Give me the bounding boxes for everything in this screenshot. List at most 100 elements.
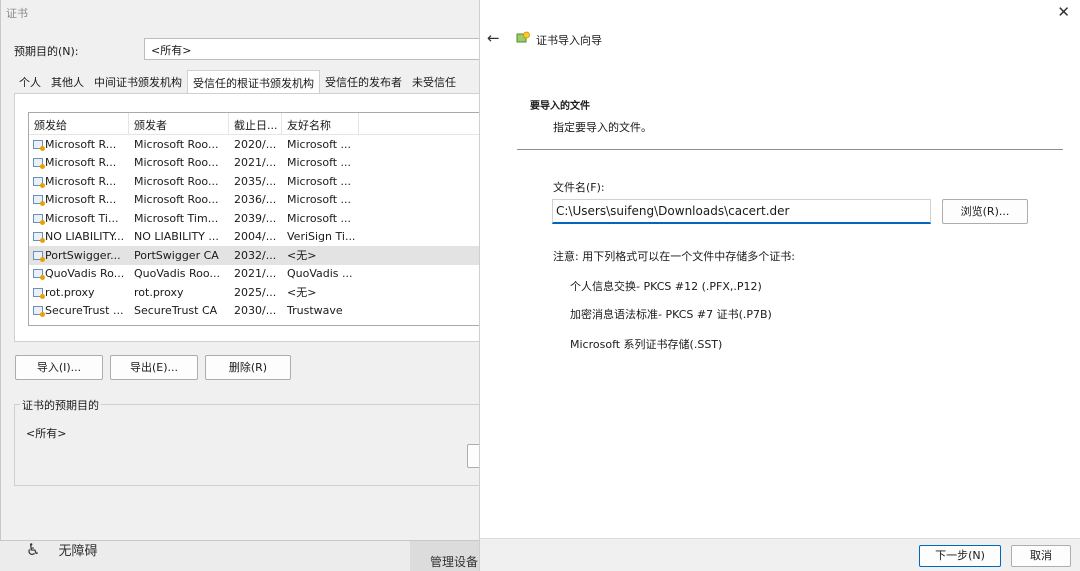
cell-friendly-name: Microsoft ... <box>282 138 359 151</box>
file-name-input[interactable] <box>552 199 931 224</box>
format-sst: Microsoft 系列证书存储(.SST) <box>570 338 723 351</box>
cell-expiration: 2036/... <box>229 193 282 206</box>
cell-friendly-name: Microsoft ... <box>282 193 359 206</box>
tab-untrusted[interactable]: 未受信任 <box>407 70 461 93</box>
cell-issued-to: Microsoft Ti... <box>29 212 129 225</box>
cell-text: Microsoft ... <box>287 193 352 207</box>
cancel-button[interactable]: 取消 <box>1011 545 1071 567</box>
browse-button[interactable]: 浏览(R)... <box>942 199 1028 224</box>
list-item[interactable]: Microsoft R... Microsoft Roo... 2020/... Mi… <box>29 135 481 154</box>
cell-expiration: 2021/... <box>229 267 282 280</box>
intended-purpose-label: 预期目的(N): <box>14 45 79 58</box>
column-issued-by[interactable]: 颁发者 <box>129 113 229 134</box>
manage-devices-item[interactable]: 管理设备 <box>430 553 478 570</box>
cell-text: Microsoft ... <box>287 137 352 151</box>
cell-text: 2021/... <box>234 267 277 281</box>
cell-issued-by: Microsoft Roo... <box>129 193 229 206</box>
section-title: 要导入的文件 <box>530 101 590 112</box>
cell-friendly-name: Microsoft ... <box>282 175 359 188</box>
cell-issued-by: PortSwigger CA <box>129 249 229 262</box>
cell-text: Microsoft Roo... <box>134 156 219 170</box>
cell-text: rot.proxy <box>45 285 95 299</box>
accessibility-icon: ♿ <box>26 540 41 559</box>
back-arrow-icon[interactable]: ← <box>487 29 500 47</box>
cell-text: PortSwigger CA <box>134 248 219 262</box>
cell-friendly-name: <无> <box>282 284 359 300</box>
cell-expiration: 2035/... <box>229 175 282 188</box>
list-body: Microsoft R... Microsoft Roo... 2020/... Mi… <box>29 135 481 320</box>
intended-purposes-title: 证书的预期目的 <box>20 397 101 413</box>
cell-text: Microsoft R... <box>45 156 117 170</box>
list-item[interactable]: Microsoft R... Microsoft Roo... 2021/... Mi… <box>29 154 481 173</box>
intended-purpose-select[interactable]: <所有> <box>144 38 484 60</box>
cell-text: PortSwigger... <box>45 248 121 262</box>
cell-text: Microsoft Roo... <box>134 193 219 207</box>
list-item[interactable]: PortSwigger... PortSwigger CA 2032/... <无> <box>29 246 481 265</box>
cell-text: 2035/... <box>234 174 277 188</box>
cell-friendly-name: VeriSign Ti... <box>282 230 359 243</box>
cell-issued-to: QuoVadis Ro... <box>29 267 129 281</box>
tab-trusted-root-ca[interactable]: 受信任的根证书颁发机构 <box>187 70 320 93</box>
cell-friendly-name: Trustwave <box>282 304 359 317</box>
list-item[interactable]: Microsoft R... Microsoft Roo... 2035/... Mi… <box>29 172 481 191</box>
cell-friendly-name: Microsoft ... <box>282 212 359 225</box>
list-item[interactable]: SecureTrust ... SecureTrust CA 2030/... Tru… <box>29 302 481 321</box>
cell-text: QuoVadis Roo... <box>134 267 220 281</box>
cell-issued-to: Microsoft R... <box>29 156 129 170</box>
certificate-icon <box>33 158 45 170</box>
cell-text: QuoVadis Ro... <box>45 267 125 281</box>
cell-text: 2020/... <box>234 137 277 151</box>
cell-issued-by: Microsoft Roo... <box>129 175 229 188</box>
import-button[interactable]: 导入(I)... <box>15 355 103 380</box>
certificate-icon <box>33 232 45 244</box>
cell-text: 2032/... <box>234 248 277 262</box>
tab-trusted-publishers[interactable]: 受信任的发布者 <box>320 70 407 93</box>
cell-text: Microsoft ... <box>287 156 352 170</box>
accessibility-nav-item[interactable]: ♿ 无障碍 <box>26 540 98 559</box>
list-header: 颁发给 颁发者 截止日... 友好名称 <box>29 113 481 135</box>
certificate-icon <box>33 176 45 188</box>
cell-text: Microsoft R... <box>45 137 117 151</box>
cell-text: Microsoft Ti... <box>45 211 119 225</box>
cell-expiration: 2021/... <box>229 156 282 169</box>
cell-text: SecureTrust ... <box>45 304 124 318</box>
cell-issued-to: Microsoft R... <box>29 175 129 188</box>
cell-expiration: 2039/... <box>229 212 282 225</box>
cell-text: rot.proxy <box>134 285 184 299</box>
close-icon[interactable]: ✕ <box>1057 3 1070 21</box>
cell-text: Microsoft R... <box>45 174 117 188</box>
tab-intermediate-ca[interactable]: 中间证书颁发机构 <box>89 70 187 93</box>
certificate-list[interactable]: 颁发给 颁发者 截止日... 友好名称 Microsoft R... Micros… <box>28 112 482 326</box>
wizard-title: 证书导入向导 <box>536 34 602 47</box>
tab-personal[interactable]: 个人 <box>14 70 46 93</box>
column-friendly-name[interactable]: 友好名称 <box>282 113 359 134</box>
cell-text: Microsoft R... <box>45 193 117 207</box>
cell-text: NO LIABILITY ... <box>134 230 219 244</box>
cell-issued-by: NO LIABILITY ... <box>129 230 229 243</box>
cell-text: 2030/... <box>234 304 277 318</box>
list-item[interactable]: NO LIABILITY... NO LIABILITY ... 2004/... V… <box>29 228 481 247</box>
list-item[interactable]: Microsoft R... Microsoft Roo... 2036/... Mi… <box>29 191 481 210</box>
next-button[interactable]: 下一步(N) <box>919 545 1001 567</box>
column-expiration[interactable]: 截止日... <box>229 113 282 134</box>
cell-text: <无> <box>287 286 317 300</box>
certificate-icon <box>33 213 45 225</box>
list-item[interactable]: QuoVadis Ro... QuoVadis Roo... 2021/... Quo… <box>29 265 481 284</box>
list-item[interactable]: rot.proxy rot.proxy 2025/... <无> <box>29 283 481 302</box>
certificate-icon <box>33 269 45 281</box>
tab-other-people[interactable]: 其他人 <box>46 70 89 93</box>
delete-button[interactable]: 删除(R) <box>205 355 291 380</box>
header-divider <box>517 149 1063 150</box>
cell-issued-by: Microsoft Roo... <box>129 138 229 151</box>
list-item[interactable]: Microsoft Ti... Microsoft Tim... 2039/... M… <box>29 209 481 228</box>
cell-issued-by: Microsoft Tim... <box>129 212 229 225</box>
certificate-icon <box>33 306 45 318</box>
cell-text: Microsoft Tim... <box>134 211 219 225</box>
export-button[interactable]: 导出(E)... <box>110 355 198 380</box>
cell-text: 2025/... <box>234 285 277 299</box>
cell-text: <无> <box>287 249 317 263</box>
certificate-wizard-icon <box>516 31 530 43</box>
cell-friendly-name: <无> <box>282 247 359 263</box>
cell-text: 2039/... <box>234 211 277 225</box>
column-issued-to[interactable]: 颁发给 <box>29 113 129 134</box>
